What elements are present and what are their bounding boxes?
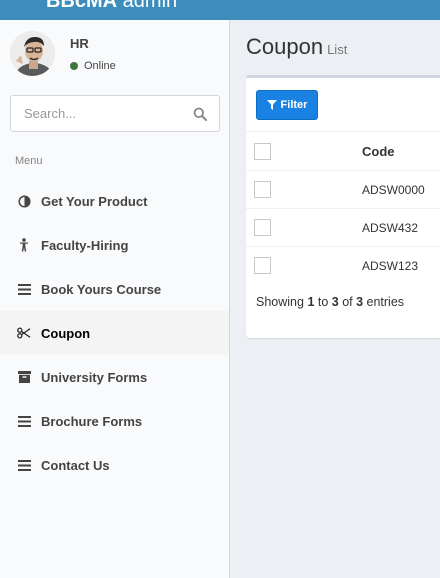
- sidebar-item-label: Faculty-Hiring: [41, 237, 129, 253]
- sidebar-item-faculty-hiring[interactable]: Faculty-Hiring: [0, 223, 229, 267]
- top-header: BBcMA admin: [0, 0, 440, 20]
- sidebar-item-book-yours-course[interactable]: Book Yours Course: [0, 267, 229, 311]
- sidebar-item-label: Get Your Product: [41, 193, 148, 209]
- sidebar-item-get-your-product[interactable]: Get Your Product: [0, 179, 229, 223]
- filter-icon: [266, 100, 277, 110]
- search-icon[interactable]: [193, 107, 207, 121]
- sidebar-search: [10, 95, 220, 132]
- coupon-code: ADSW432: [362, 208, 440, 247]
- user-panel: HR Online: [0, 20, 230, 90]
- user-name: HR: [70, 36, 89, 51]
- menu-header: Menu: [15, 155, 43, 167]
- table-row[interactable]: ADSW432: [246, 208, 440, 247]
- sidebar-item-university-forms[interactable]: University Forms: [0, 355, 229, 399]
- page-subtitle: List: [327, 42, 348, 57]
- scissors-icon: [17, 326, 31, 340]
- table-row[interactable]: ADSW0000: [246, 170, 440, 209]
- search-input[interactable]: [11, 96, 181, 131]
- status-label: Online: [84, 60, 116, 72]
- sidebar-item-label: Contact Us: [41, 457, 110, 473]
- filter-button-label: Filter: [280, 99, 308, 111]
- coupon-list-box: Filter Code ADSW0000 ADSW432 ADSW123 Sho…: [246, 75, 440, 338]
- avatar: [10, 31, 55, 76]
- sidebar-item-label: Coupon: [41, 325, 91, 341]
- row-checkbox[interactable]: [254, 181, 271, 198]
- page-title: Coupon List: [246, 34, 348, 59]
- bars-icon: [17, 282, 31, 296]
- coupon-table: Code ADSW0000 ADSW432 ADSW123: [246, 131, 440, 285]
- row-checkbox-cell: [246, 208, 362, 247]
- adjust-icon: [17, 194, 31, 208]
- row-checkbox[interactable]: [254, 257, 271, 275]
- archive-icon: [17, 370, 31, 384]
- coupon-code: ADSW123: [362, 246, 440, 285]
- bars-icon: [17, 414, 31, 428]
- coupon-code: ADSW0000: [362, 170, 440, 209]
- pagination-info: Showing 1 to 3 of 3 entries: [256, 295, 405, 309]
- select-all-cell: [246, 131, 362, 171]
- row-checkbox[interactable]: [254, 219, 271, 236]
- user-status[interactable]: Online: [70, 60, 116, 72]
- sidebar-item-label: Book Yours Course: [41, 281, 162, 297]
- sidebar-menu: Get Your Product Faculty-Hiring Book You…: [0, 179, 229, 487]
- filter-button[interactable]: Filter: [256, 90, 318, 120]
- sidebar: HR Online Menu Get Your Product Faculty-…: [0, 20, 230, 578]
- row-checkbox-cell: [246, 246, 362, 285]
- select-all-checkbox[interactable]: [254, 142, 271, 160]
- sidebar-item-coupon[interactable]: Coupon: [0, 311, 229, 355]
- sidebar-item-label: Brochure Forms: [41, 413, 143, 429]
- column-header-code[interactable]: Code: [362, 131, 440, 171]
- row-checkbox-cell: [246, 170, 362, 209]
- brand-logo[interactable]: BBcMA admin: [46, 0, 177, 13]
- sidebar-item-contact-us[interactable]: Contact Us: [0, 443, 229, 487]
- bars-icon: [17, 458, 31, 472]
- table-row[interactable]: ADSW123: [246, 246, 440, 285]
- sidebar-item-label: University Forms: [41, 369, 148, 385]
- table-header-row: Code: [246, 131, 440, 171]
- online-dot-icon: [70, 62, 78, 70]
- sidebar-item-brochure-forms[interactable]: Brochure Forms: [0, 399, 229, 443]
- person-icon: [17, 238, 31, 252]
